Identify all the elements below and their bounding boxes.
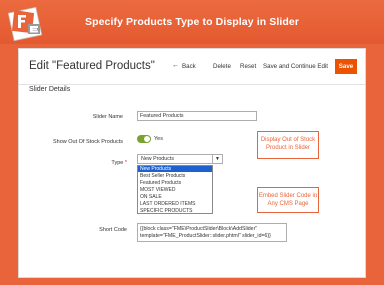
short-code-field[interactable]: {{block class="FME\ProductSlider\Block\A… — [137, 223, 287, 242]
type-option[interactable]: New Products — [138, 166, 212, 172]
save-and-continue-button[interactable]: Save and Continue Edit — [263, 63, 328, 70]
banner: Specify Products Type to Display in Slid… — [0, 0, 384, 44]
save-button[interactable]: Save — [335, 59, 357, 74]
reset-button[interactable]: Reset — [240, 63, 256, 70]
type-option[interactable]: MOST VIEWED — [138, 187, 212, 193]
slider-name-input[interactable] — [137, 111, 257, 121]
embed-callout: Embed Slider Code in Any CMS Page — [257, 187, 319, 213]
type-option[interactable]: ON SALE — [138, 194, 212, 200]
short-code-label: Short Code — [99, 227, 127, 233]
back-arrow-icon[interactable]: ← — [172, 62, 179, 69]
type-options-list[interactable]: New Products Best Seller Products Featur… — [137, 165, 213, 214]
out-of-stock-callout: Display Out of Stock Product in Slider — [257, 131, 319, 159]
banner-title: Specify Products Type to Display in Slid… — [84, 16, 300, 28]
chevron-down-icon[interactable]: ▼ — [212, 155, 222, 163]
out-of-stock-label: Show Out Of Stock Products — [52, 139, 123, 145]
out-of-stock-toggle[interactable] — [137, 135, 151, 143]
out-of-stock-value: Yes — [154, 136, 163, 142]
type-option[interactable]: Featured Products — [138, 180, 212, 186]
section-title: Slider Details — [29, 86, 71, 93]
page-title: Edit "Featured Products" — [29, 60, 155, 72]
type-select[interactable]: New Products ▼ — [137, 154, 223, 164]
type-option[interactable]: LAST ORDERED ITEMS — [138, 201, 212, 207]
toggle-knob — [144, 136, 150, 142]
slider-name-label: Slider Name — [92, 114, 123, 120]
back-button[interactable]: Back — [182, 63, 196, 70]
required-marker: * — [124, 160, 127, 166]
type-option[interactable]: SPECIFIC PRODUCTS — [138, 208, 212, 214]
type-option[interactable]: Best Seller Products — [138, 173, 212, 179]
edit-slider-panel: Edit "Featured Products" ← Back Delete R… — [18, 48, 366, 278]
fme-logo — [7, 6, 43, 42]
type-label: Type * — [99, 160, 127, 166]
delete-button[interactable]: Delete — [213, 63, 231, 70]
page-header: Edit "Featured Products" ← Back Delete R… — [19, 49, 365, 85]
type-label-text: Type — [111, 160, 124, 166]
type-select-value: New Products — [141, 156, 174, 162]
